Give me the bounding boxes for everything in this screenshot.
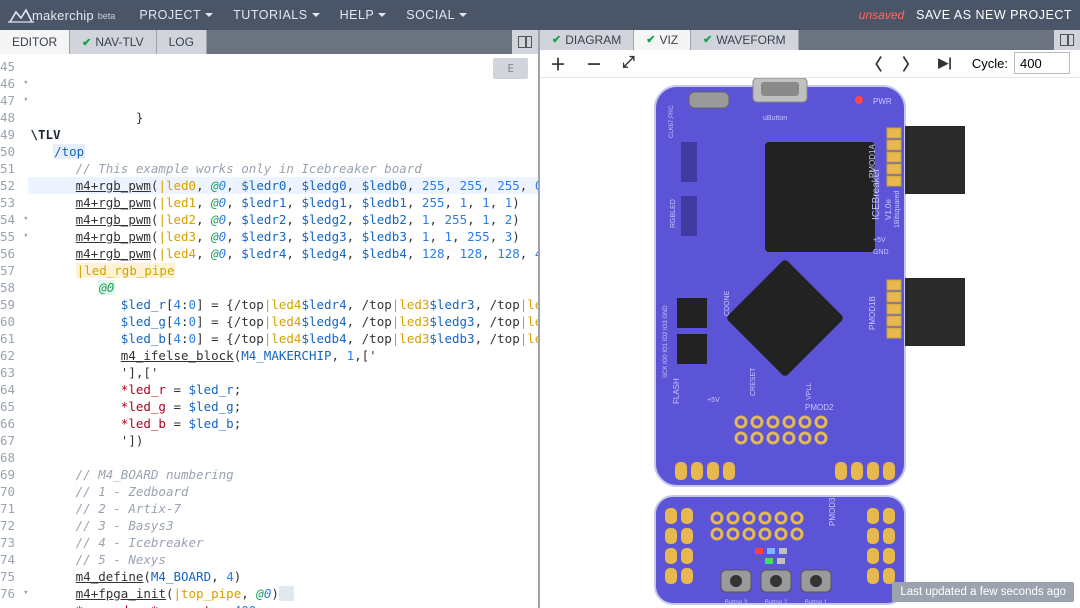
- line-number-gutter: 4546474849505152535455565758596061626364…: [0, 54, 23, 608]
- brand-name: makerchip: [32, 8, 94, 23]
- viz-toolbar: ＋ － ⤢ 〈 〉 ▶| Cycle:: [540, 50, 1080, 78]
- svg-text:uButton: uButton: [763, 115, 787, 122]
- columns-icon: [518, 36, 532, 48]
- svg-text:RGBLED: RGBLED: [670, 199, 677, 228]
- menu-social[interactable]: SOCIAL: [396, 8, 477, 22]
- expand-icon[interactable]: ⤢: [622, 54, 635, 72]
- svg-text:PMOD2: PMOD2: [805, 403, 834, 412]
- svg-text:PMOD1A: PMOD1A: [868, 144, 877, 178]
- code-area[interactable]: }\TLV /top // This example works only in…: [28, 54, 538, 608]
- svg-text:Button 2: Button 2: [765, 600, 788, 606]
- step-back-icon[interactable]: 〈: [866, 51, 882, 75]
- cycle-control: Cycle:: [972, 52, 1070, 74]
- brand-logo[interactable]: makerchip beta: [8, 8, 115, 23]
- svg-text:SCK IO0 IO1 IO2 IO3 GND: SCK IO0 IO1 IO2 IO3 GND: [663, 305, 669, 378]
- svg-text:CDONE: CDONE: [724, 290, 731, 316]
- tab-waveform[interactable]: ✔WAVEFORM: [691, 30, 799, 50]
- right-tabs: ✔DIAGRAM ✔VIZ ✔WAVEFORM: [540, 30, 1080, 50]
- menu-tutorials[interactable]: TUTORIALS: [223, 8, 329, 22]
- tab-editor[interactable]: EDITOR: [0, 30, 70, 54]
- viz-stage[interactable]: PWR uButton: [540, 78, 1080, 608]
- top-menu-bar: makerchip beta PROJECT TUTORIALS HELP SO…: [0, 0, 1080, 30]
- zoom-out-icon[interactable]: －: [586, 51, 602, 75]
- menu-project[interactable]: PROJECT: [129, 8, 223, 22]
- pcb-board: PWR uButton: [635, 78, 985, 608]
- unsaved-indicator: unsaved: [859, 8, 904, 22]
- svg-text:Button 1: Button 1: [805, 600, 828, 606]
- tab-log[interactable]: LOG: [157, 30, 207, 54]
- svg-text:VPLL: VPLL: [806, 383, 813, 400]
- makerchip-logo-icon: [8, 8, 30, 22]
- caret-down-icon: [205, 13, 213, 17]
- svg-text:V1.0e: V1.0e: [884, 199, 893, 220]
- cycle-label: Cycle:: [972, 56, 1008, 71]
- zoom-in-icon[interactable]: ＋: [550, 51, 566, 75]
- tab-nav-tlv[interactable]: ✔NAV-TLV: [70, 30, 156, 54]
- svg-text:CLK67.PRC: CLK67.PRC: [669, 105, 675, 138]
- svg-text:+5V: +5V: [707, 397, 720, 404]
- svg-text:PWR: PWR: [873, 97, 892, 106]
- pane-layout-toggle[interactable]: [512, 30, 538, 54]
- topbar-right: unsaved SAVE AS NEW PROJECT: [859, 8, 1072, 22]
- svg-text:GND: GND: [873, 249, 889, 256]
- check-icon: ✔: [646, 33, 655, 46]
- svg-text:PMOD1B: PMOD1B: [868, 296, 877, 330]
- svg-text:1Bitsquared: 1Bitsquared: [894, 191, 901, 228]
- caret-down-icon: [378, 13, 386, 17]
- cycle-input[interactable]: [1014, 52, 1070, 74]
- save-as-new-project[interactable]: SAVE AS NEW PROJECT: [916, 8, 1072, 22]
- svg-text:CRESET: CRESET: [750, 367, 757, 396]
- tab-diagram[interactable]: ✔DIAGRAM: [540, 30, 634, 50]
- check-icon: ✔: [82, 36, 91, 49]
- svg-text:+5V: +5V: [873, 237, 886, 244]
- brand-beta: beta: [98, 11, 116, 23]
- svg-text:Button 3: Button 3: [725, 600, 748, 606]
- workspace: EDITOR ✔NAV-TLV LOG E 454647484950515253…: [0, 30, 1080, 608]
- pane-layout-toggle[interactable]: [1054, 30, 1080, 50]
- menu-help[interactable]: HELP: [330, 8, 397, 22]
- columns-icon: [1060, 34, 1074, 46]
- code-editor[interactable]: E 45464748495051525354555657585960616263…: [0, 54, 538, 608]
- caret-down-icon: [312, 13, 320, 17]
- svg-text:FLASH: FLASH: [672, 378, 681, 404]
- right-pane: ✔DIAGRAM ✔VIZ ✔WAVEFORM ＋ － ⤢ 〈 〉 ▶| Cyc…: [540, 30, 1080, 608]
- last-updated-badge: Last updated a few seconds ago: [892, 582, 1074, 602]
- step-forward-icon[interactable]: 〉: [902, 51, 918, 75]
- tab-viz[interactable]: ✔VIZ: [634, 30, 691, 50]
- left-pane: EDITOR ✔NAV-TLV LOG E 454647484950515253…: [0, 30, 540, 608]
- check-icon: ✔: [703, 33, 712, 46]
- menu-items: PROJECT TUTORIALS HELP SOCIAL: [129, 8, 477, 22]
- skip-end-icon[interactable]: ▶|: [938, 55, 952, 71]
- svg-text:PMOD3: PMOD3: [828, 497, 837, 526]
- left-tabs: EDITOR ✔NAV-TLV LOG: [0, 30, 538, 54]
- caret-down-icon: [459, 13, 467, 17]
- check-icon: ✔: [552, 33, 561, 46]
